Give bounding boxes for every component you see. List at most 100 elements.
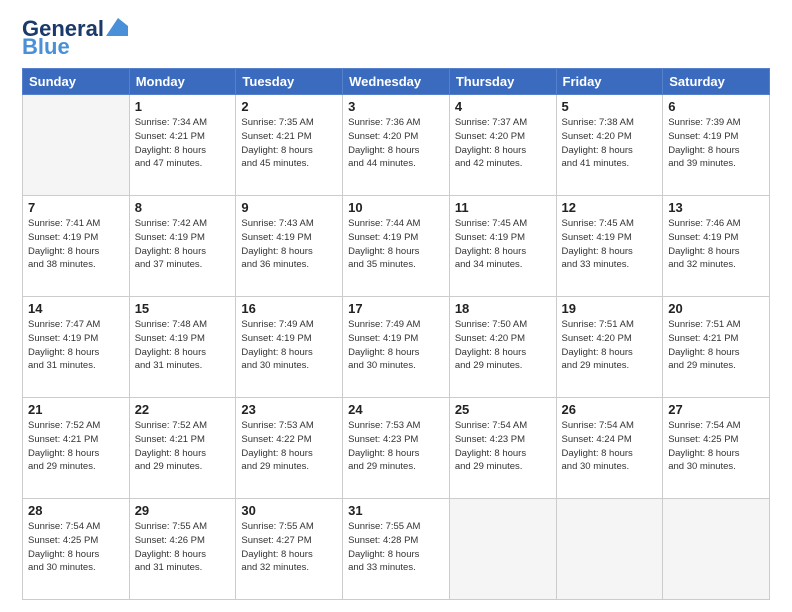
day-number: 16 (241, 301, 337, 316)
page: General Blue SundayMondayTuesdayWednesda… (0, 0, 792, 612)
day-cell: 16 Sunrise: 7:49 AM Sunset: 4:19 PM Dayli… (236, 297, 343, 398)
day-cell: 13 Sunrise: 7:46 AM Sunset: 4:19 PM Dayli… (663, 196, 770, 297)
day-info: Sunrise: 7:54 AM Sunset: 4:25 PM Dayligh… (668, 419, 764, 474)
logo-blue: Blue (22, 36, 70, 58)
header-row: SundayMondayTuesdayWednesdayThursdayFrid… (23, 69, 770, 95)
day-info: Sunrise: 7:54 AM Sunset: 4:25 PM Dayligh… (28, 520, 124, 575)
day-number: 2 (241, 99, 337, 114)
week-row-3: 14 Sunrise: 7:47 AM Sunset: 4:19 PM Dayli… (23, 297, 770, 398)
day-number: 3 (348, 99, 444, 114)
day-info: Sunrise: 7:38 AM Sunset: 4:20 PM Dayligh… (562, 116, 658, 171)
day-number: 12 (562, 200, 658, 215)
day-cell: 21 Sunrise: 7:52 AM Sunset: 4:21 PM Dayli… (23, 398, 130, 499)
logo: General Blue (22, 18, 128, 58)
day-info: Sunrise: 7:35 AM Sunset: 4:21 PM Dayligh… (241, 116, 337, 171)
day-cell (663, 499, 770, 600)
day-number: 1 (135, 99, 231, 114)
day-info: Sunrise: 7:53 AM Sunset: 4:23 PM Dayligh… (348, 419, 444, 474)
day-cell: 9 Sunrise: 7:43 AM Sunset: 4:19 PM Daylig… (236, 196, 343, 297)
day-info: Sunrise: 7:39 AM Sunset: 4:19 PM Dayligh… (668, 116, 764, 171)
day-info: Sunrise: 7:46 AM Sunset: 4:19 PM Dayligh… (668, 217, 764, 272)
day-number: 22 (135, 402, 231, 417)
day-cell: 5 Sunrise: 7:38 AM Sunset: 4:20 PM Daylig… (556, 95, 663, 196)
day-cell: 6Sunrise: 7:39 AM Sunset: 4:19 PM Daylig… (663, 95, 770, 196)
day-number: 15 (135, 301, 231, 316)
day-info: Sunrise: 7:54 AM Sunset: 4:24 PM Dayligh… (562, 419, 658, 474)
logo-icon (106, 18, 128, 36)
day-info: Sunrise: 7:51 AM Sunset: 4:20 PM Dayligh… (562, 318, 658, 373)
day-cell: 26Sunrise: 7:54 AM Sunset: 4:24 PM Dayli… (556, 398, 663, 499)
week-row-2: 7 Sunrise: 7:41 AM Sunset: 4:19 PM Daylig… (23, 196, 770, 297)
day-cell: 7 Sunrise: 7:41 AM Sunset: 4:19 PM Daylig… (23, 196, 130, 297)
day-cell: 24 Sunrise: 7:53 AM Sunset: 4:23 PM Dayli… (343, 398, 450, 499)
day-cell: 8Sunrise: 7:42 AM Sunset: 4:19 PM Daylig… (129, 196, 236, 297)
col-header-thursday: Thursday (449, 69, 556, 95)
day-number: 28 (28, 503, 124, 518)
day-info: Sunrise: 7:34 AM Sunset: 4:21 PM Dayligh… (135, 116, 231, 171)
day-number: 9 (241, 200, 337, 215)
day-cell: 2 Sunrise: 7:35 AM Sunset: 4:21 PM Daylig… (236, 95, 343, 196)
day-info: Sunrise: 7:37 AM Sunset: 4:20 PM Dayligh… (455, 116, 551, 171)
day-number: 24 (348, 402, 444, 417)
day-number: 21 (28, 402, 124, 417)
day-info: Sunrise: 7:47 AM Sunset: 4:19 PM Dayligh… (28, 318, 124, 373)
day-cell: 31 Sunrise: 7:55 AM Sunset: 4:28 PM Dayli… (343, 499, 450, 600)
day-number: 14 (28, 301, 124, 316)
day-info: Sunrise: 7:55 AM Sunset: 4:26 PM Dayligh… (135, 520, 231, 575)
day-info: Sunrise: 7:44 AM Sunset: 4:19 PM Dayligh… (348, 217, 444, 272)
day-number: 18 (455, 301, 551, 316)
day-cell: 28 Sunrise: 7:54 AM Sunset: 4:25 PM Dayli… (23, 499, 130, 600)
day-info: Sunrise: 7:54 AM Sunset: 4:23 PM Dayligh… (455, 419, 551, 474)
day-number: 10 (348, 200, 444, 215)
day-number: 27 (668, 402, 764, 417)
week-row-4: 21 Sunrise: 7:52 AM Sunset: 4:21 PM Dayli… (23, 398, 770, 499)
col-header-monday: Monday (129, 69, 236, 95)
day-cell: 4 Sunrise: 7:37 AM Sunset: 4:20 PM Daylig… (449, 95, 556, 196)
day-number: 29 (135, 503, 231, 518)
day-info: Sunrise: 7:52 AM Sunset: 4:21 PM Dayligh… (28, 419, 124, 474)
day-cell: 14 Sunrise: 7:47 AM Sunset: 4:19 PM Dayli… (23, 297, 130, 398)
day-info: Sunrise: 7:36 AM Sunset: 4:20 PM Dayligh… (348, 116, 444, 171)
day-number: 13 (668, 200, 764, 215)
day-cell: 30Sunrise: 7:55 AM Sunset: 4:27 PM Dayli… (236, 499, 343, 600)
day-cell: 23Sunrise: 7:53 AM Sunset: 4:22 PM Dayli… (236, 398, 343, 499)
day-cell: 12 Sunrise: 7:45 AM Sunset: 4:19 PM Dayli… (556, 196, 663, 297)
day-cell (449, 499, 556, 600)
day-number: 7 (28, 200, 124, 215)
col-header-friday: Friday (556, 69, 663, 95)
day-number: 23 (241, 402, 337, 417)
day-info: Sunrise: 7:42 AM Sunset: 4:19 PM Dayligh… (135, 217, 231, 272)
day-cell: 11 Sunrise: 7:45 AM Sunset: 4:19 PM Dayli… (449, 196, 556, 297)
day-number: 4 (455, 99, 551, 114)
day-cell: 18Sunrise: 7:50 AM Sunset: 4:20 PM Dayli… (449, 297, 556, 398)
week-row-1: 1 Sunrise: 7:34 AM Sunset: 4:21 PM Daylig… (23, 95, 770, 196)
col-header-tuesday: Tuesday (236, 69, 343, 95)
day-info: Sunrise: 7:49 AM Sunset: 4:19 PM Dayligh… (241, 318, 337, 373)
day-info: Sunrise: 7:41 AM Sunset: 4:19 PM Dayligh… (28, 217, 124, 272)
day-cell: 29 Sunrise: 7:55 AM Sunset: 4:26 PM Dayli… (129, 499, 236, 600)
col-header-wednesday: Wednesday (343, 69, 450, 95)
day-number: 20 (668, 301, 764, 316)
day-number: 31 (348, 503, 444, 518)
day-info: Sunrise: 7:43 AM Sunset: 4:19 PM Dayligh… (241, 217, 337, 272)
calendar: SundayMondayTuesdayWednesdayThursdayFrid… (22, 68, 770, 600)
day-cell: 20 Sunrise: 7:51 AM Sunset: 4:21 PM Dayli… (663, 297, 770, 398)
day-info: Sunrise: 7:51 AM Sunset: 4:21 PM Dayligh… (668, 318, 764, 373)
day-cell: 27 Sunrise: 7:54 AM Sunset: 4:25 PM Dayli… (663, 398, 770, 499)
day-number: 5 (562, 99, 658, 114)
day-info: Sunrise: 7:55 AM Sunset: 4:28 PM Dayligh… (348, 520, 444, 575)
day-info: Sunrise: 7:45 AM Sunset: 4:19 PM Dayligh… (562, 217, 658, 272)
day-number: 11 (455, 200, 551, 215)
day-cell: 15Sunrise: 7:48 AM Sunset: 4:19 PM Dayli… (129, 297, 236, 398)
day-cell (556, 499, 663, 600)
header: General Blue (22, 18, 770, 58)
day-number: 19 (562, 301, 658, 316)
day-info: Sunrise: 7:55 AM Sunset: 4:27 PM Dayligh… (241, 520, 337, 575)
day-info: Sunrise: 7:52 AM Sunset: 4:21 PM Dayligh… (135, 419, 231, 474)
day-cell: 10 Sunrise: 7:44 AM Sunset: 4:19 PM Dayli… (343, 196, 450, 297)
calendar-header: SundayMondayTuesdayWednesdayThursdayFrid… (23, 69, 770, 95)
day-number: 17 (348, 301, 444, 316)
day-info: Sunrise: 7:45 AM Sunset: 4:19 PM Dayligh… (455, 217, 551, 272)
day-number: 25 (455, 402, 551, 417)
col-header-saturday: Saturday (663, 69, 770, 95)
